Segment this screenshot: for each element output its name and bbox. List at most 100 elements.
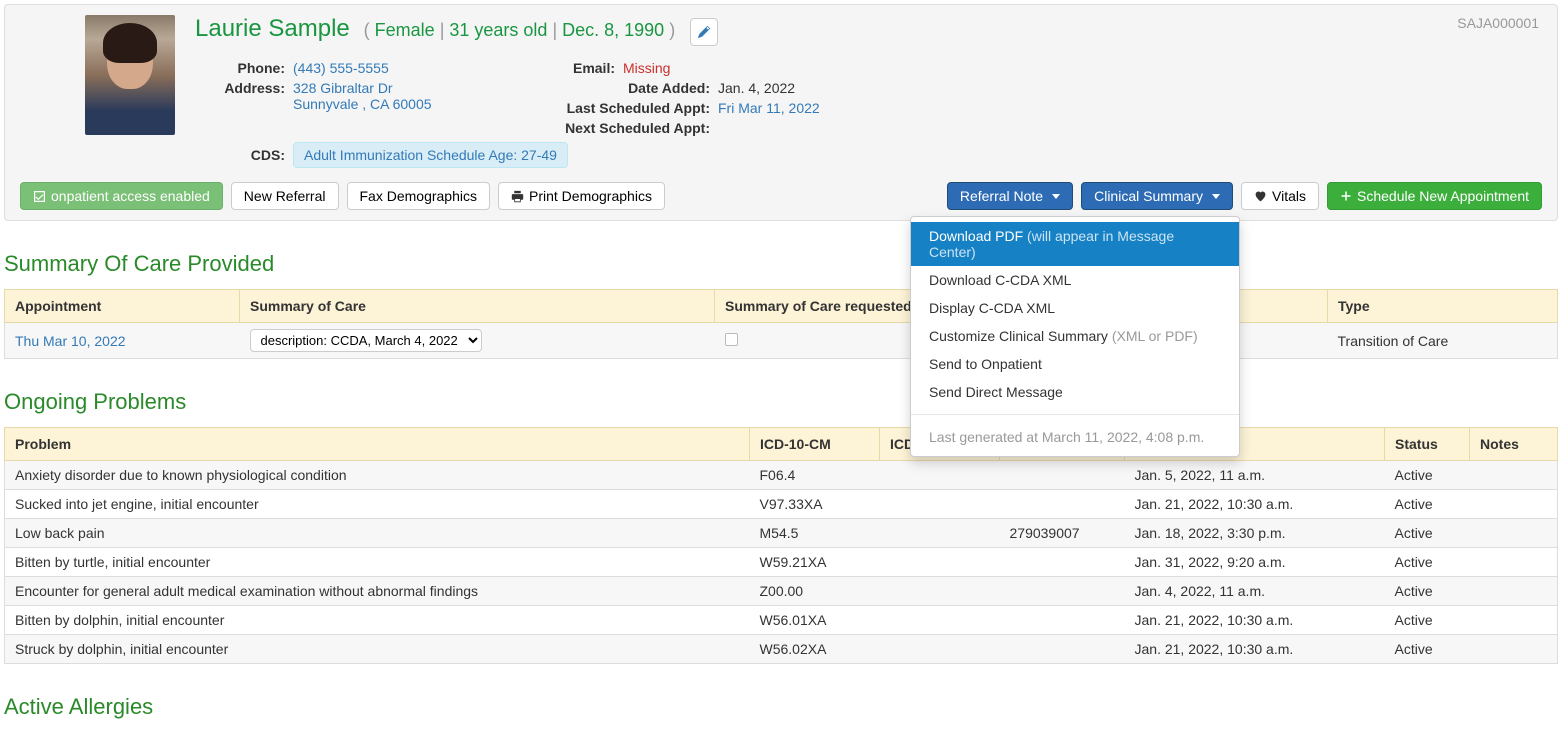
- vitals-button[interactable]: Vitals: [1241, 182, 1319, 210]
- pencil-icon: [698, 26, 710, 38]
- active-allergies-heading: Active Allergies: [4, 694, 1558, 720]
- plus-icon: [1340, 190, 1352, 202]
- col-summary-of-care: Summary of Care: [240, 290, 715, 323]
- menu-display-ccda-xml[interactable]: Display C-CDA XML: [911, 294, 1239, 322]
- clinical-summary-menu: Download PDF (will appear in Message Cen…: [910, 216, 1240, 457]
- ongoing-problems-table: Problem ICD-10-CM ICD-9-CM SNOMED Diagno…: [4, 427, 1558, 664]
- edit-patient-button[interactable]: [690, 18, 718, 46]
- cell-icd10: M54.5: [750, 519, 880, 548]
- fax-demographics-button[interactable]: Fax Demographics: [347, 182, 491, 210]
- cell-icd10: F06.4: [750, 461, 880, 490]
- table-row: Bitten by dolphin, initial encounterW56.…: [5, 606, 1558, 635]
- menu-download-ccda-xml[interactable]: Download C-CDA XML: [911, 266, 1239, 294]
- cell-problem: Sucked into jet engine, initial encounte…: [5, 490, 750, 519]
- email-label: Email:: [555, 60, 615, 76]
- patient-photo[interactable]: [85, 15, 175, 135]
- cds-label: CDS:: [195, 147, 285, 163]
- table-row: Struck by dolphin, initial encounterW56.…: [5, 635, 1558, 664]
- patient-id: SAJA000001: [1457, 15, 1539, 31]
- cell-notes: [1470, 577, 1558, 606]
- col-type: Type: [1328, 290, 1558, 323]
- cell-icd9: [880, 519, 1000, 548]
- col-status: Status: [1385, 428, 1470, 461]
- table-row: Low back painM54.5 279039007Jan. 18, 2022…: [5, 519, 1558, 548]
- print-icon: [511, 190, 524, 203]
- onpatient-access-button[interactable]: onpatient access enabled: [20, 182, 223, 210]
- cell-icd9: [880, 548, 1000, 577]
- cell-diagnosis: Jan. 18, 2022, 3:30 p.m.: [1125, 519, 1385, 548]
- cell-diagnosis: Jan. 21, 2022, 10:30 a.m.: [1125, 606, 1385, 635]
- cell-snomed: [1000, 461, 1125, 490]
- cell-snomed: [1000, 635, 1125, 664]
- col-notes: Notes: [1470, 428, 1558, 461]
- menu-send-onpatient[interactable]: Send to Onpatient: [911, 350, 1239, 378]
- menu-customize-summary[interactable]: Customize Clinical Summary (XML or PDF): [911, 322, 1239, 350]
- cell-icd10: W56.01XA: [750, 606, 880, 635]
- cell-status: Active: [1385, 606, 1470, 635]
- cell-status: Active: [1385, 461, 1470, 490]
- cds-badge[interactable]: Adult Immunization Schedule Age: 27-49: [293, 142, 568, 168]
- cell-notes: [1470, 606, 1558, 635]
- cell-status: Active: [1385, 490, 1470, 519]
- phone-value[interactable]: (443) 555-5555: [293, 60, 389, 76]
- table-row: Encounter for general adult medical exam…: [5, 577, 1558, 606]
- menu-download-pdf[interactable]: Download PDF (will appear in Message Cen…: [911, 222, 1239, 266]
- last-appt-value[interactable]: Fri Mar 11, 2022: [718, 100, 820, 116]
- cell-notes: [1470, 548, 1558, 577]
- patient-header: SAJA000001 Laurie Sample ( Female | 31 y…: [4, 4, 1558, 221]
- cell-status: Active: [1385, 577, 1470, 606]
- col-appointment: Appointment: [5, 290, 240, 323]
- cell-snomed: [1000, 490, 1125, 519]
- appointment-link[interactable]: Thu Mar 10, 2022: [15, 333, 126, 349]
- last-appt-label: Last Scheduled Appt:: [555, 100, 710, 116]
- date-added-value: Jan. 4, 2022: [718, 80, 795, 96]
- cell-icd10: W56.02XA: [750, 635, 880, 664]
- table-row: Sucked into jet engine, initial encounte…: [5, 490, 1558, 519]
- cell-status: Active: [1385, 635, 1470, 664]
- summary-of-care-heading: Summary Of Care Provided: [4, 251, 1558, 277]
- cell-problem: Bitten by turtle, initial encounter: [5, 548, 750, 577]
- menu-divider: [911, 414, 1239, 415]
- cell-diagnosis: Jan. 21, 2022, 10:30 a.m.: [1125, 635, 1385, 664]
- caret-down-icon: [1212, 194, 1220, 199]
- heart-icon: [1254, 190, 1267, 203]
- patient-name: Laurie Sample: [195, 15, 350, 42]
- cell-diagnosis: Jan. 31, 2022, 9:20 a.m.: [1125, 548, 1385, 577]
- summary-requested-checkbox[interactable]: [725, 333, 738, 346]
- schedule-appointment-button[interactable]: Schedule New Appointment: [1327, 182, 1542, 210]
- cell-problem: Encounter for general adult medical exam…: [5, 577, 750, 606]
- address-label: Address:: [195, 80, 285, 116]
- cell-problem: Bitten by dolphin, initial encounter: [5, 606, 750, 635]
- cell-notes: [1470, 519, 1558, 548]
- cell-icd9: [880, 577, 1000, 606]
- cell-status: Active: [1385, 548, 1470, 577]
- cell-notes: [1470, 635, 1558, 664]
- cell-icd9: [880, 606, 1000, 635]
- cell-icd9: [880, 490, 1000, 519]
- col-problem: Problem: [5, 428, 750, 461]
- cell-snomed: [1000, 577, 1125, 606]
- table-row: Anxiety disorder due to known physiologi…: [5, 461, 1558, 490]
- summary-select[interactable]: description: CCDA, March 4, 2022: [250, 329, 482, 352]
- print-demographics-button[interactable]: Print Demographics: [498, 182, 665, 210]
- cell-icd9: [880, 461, 1000, 490]
- cell-notes: [1470, 490, 1558, 519]
- referral-note-dropdown[interactable]: Referral Note: [947, 182, 1073, 210]
- type-cell: Transition of Care: [1328, 323, 1558, 359]
- new-referral-button[interactable]: New Referral: [231, 182, 339, 210]
- cell-snomed: 279039007: [1000, 519, 1125, 548]
- col-icd10: ICD-10-CM: [750, 428, 880, 461]
- menu-send-direct[interactable]: Send Direct Message: [911, 378, 1239, 406]
- action-bar: onpatient access enabled New Referral Fa…: [20, 182, 1542, 210]
- cell-snomed: [1000, 606, 1125, 635]
- table-row: Thu Mar 10, 2022 description: CCDA, Marc…: [5, 323, 1558, 359]
- ongoing-problems-heading: Ongoing Problems: [4, 389, 1558, 415]
- cell-status: Active: [1385, 519, 1470, 548]
- cell-snomed: [1000, 548, 1125, 577]
- cell-diagnosis: Jan. 5, 2022, 11 a.m.: [1125, 461, 1385, 490]
- cell-icd10: W59.21XA: [750, 548, 880, 577]
- address-value[interactable]: 328 Gibraltar Dr Sunnyvale , CA 60005: [293, 80, 432, 116]
- clinical-summary-dropdown[interactable]: Clinical Summary: [1081, 182, 1233, 210]
- cell-problem: Low back pain: [5, 519, 750, 548]
- cell-icd9: [880, 635, 1000, 664]
